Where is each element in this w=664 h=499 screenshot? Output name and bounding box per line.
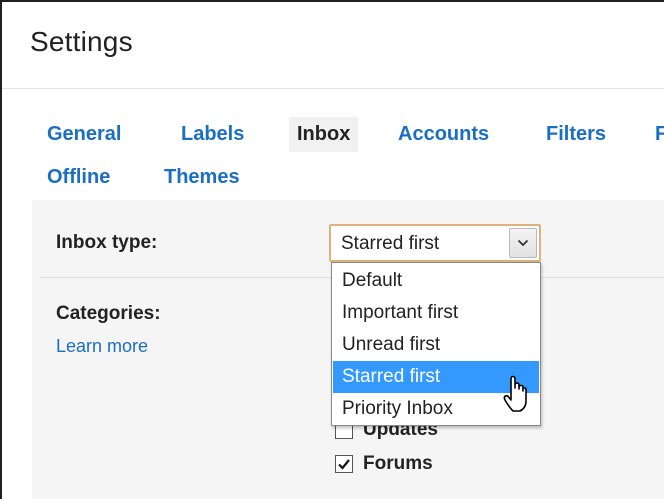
mouse-pointer-icon	[503, 375, 527, 412]
select-arrow-button[interactable]	[509, 228, 537, 258]
learn-more-link[interactable]: Learn more	[56, 336, 148, 357]
tab-forwarding-truncated[interactable]: F	[655, 123, 664, 146]
checkmark-icon	[338, 459, 350, 470]
chevron-down-icon	[517, 239, 529, 247]
categories-label: Categories:	[56, 303, 161, 324]
inbox-type-select[interactable]: Starred first	[329, 224, 541, 262]
tab-general[interactable]: General	[47, 123, 121, 146]
inbox-type-label: Inbox type:	[56, 232, 158, 253]
tab-filters[interactable]: Filters	[546, 123, 606, 146]
option-default[interactable]: Default	[333, 265, 539, 297]
tab-offline[interactable]: Offline	[47, 166, 110, 189]
tab-labels[interactable]: Labels	[181, 123, 244, 146]
page-title: Settings	[30, 26, 133, 57]
option-important-first[interactable]: Important first	[333, 297, 539, 329]
forums-checkbox[interactable]	[335, 455, 353, 473]
tab-accounts[interactable]: Accounts	[398, 123, 489, 146]
option-unread-first[interactable]: Unread first	[333, 329, 539, 361]
forums-label: Forums	[363, 453, 433, 474]
inbox-type-selected-value: Starred first	[341, 233, 440, 254]
tab-inbox[interactable]: Inbox	[289, 117, 359, 152]
settings-window: Settings General Labels Inbox Accounts F…	[0, 0, 664, 499]
tab-themes[interactable]: Themes	[164, 166, 240, 189]
header-divider	[2, 88, 664, 89]
